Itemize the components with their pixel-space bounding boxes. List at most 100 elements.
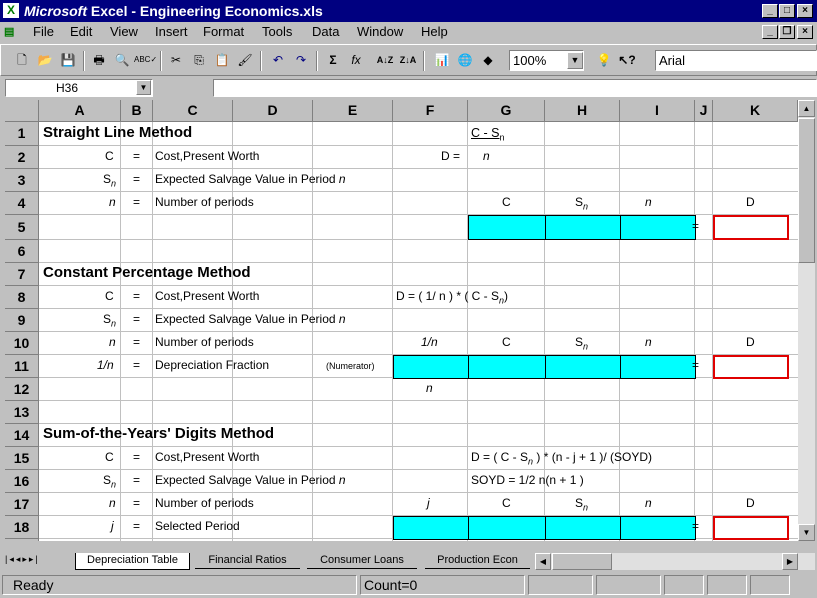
label-fraction[interactable]: 1/n bbox=[97, 358, 114, 372]
chevron-down-icon[interactable]: ▼ bbox=[567, 52, 583, 69]
maximize-icon[interactable]: □ bbox=[779, 4, 795, 18]
sort-descending-icon[interactable]: Z↓A bbox=[397, 50, 419, 72]
close-icon[interactable]: × bbox=[797, 4, 813, 18]
desc-cost[interactable]: Cost,Present Worth bbox=[155, 450, 259, 464]
minimize-icon[interactable]: _ bbox=[762, 4, 778, 18]
header-c[interactable]: C bbox=[502, 496, 511, 510]
header-sn[interactable]: Sn bbox=[575, 195, 588, 211]
row-header-9[interactable]: 9 bbox=[5, 309, 39, 332]
col-header-k[interactable]: K bbox=[713, 100, 798, 122]
row-header-18[interactable]: 18 bbox=[5, 516, 39, 539]
row-header-15[interactable]: 15 bbox=[5, 447, 39, 470]
menu-edit[interactable]: Edit bbox=[70, 24, 92, 39]
row-header-1[interactable]: 1 bbox=[5, 122, 39, 146]
menu-data[interactable]: Data bbox=[312, 24, 339, 39]
header-j[interactable]: j bbox=[427, 496, 430, 510]
tab-scroll-buttons[interactable]: |◂◂▸▸| bbox=[5, 554, 69, 569]
paste-icon[interactable]: 📋 bbox=[211, 50, 233, 72]
print-icon[interactable]: 🖶 bbox=[88, 50, 110, 72]
constant-percentage-formula[interactable]: D = ( 1/ n ) * ( C - Sn) bbox=[396, 289, 508, 305]
desc-periods[interactable]: Number of periods bbox=[155, 335, 254, 349]
label-sn[interactable]: Sn bbox=[103, 172, 116, 188]
section-title-constant-percentage[interactable]: Constant Percentage Method bbox=[43, 264, 251, 281]
row-header-3[interactable]: 3 bbox=[5, 169, 39, 192]
row-header-17[interactable]: 17 bbox=[5, 493, 39, 516]
menu-format[interactable]: Format bbox=[203, 24, 244, 39]
row-header-14[interactable]: 14 bbox=[5, 424, 39, 447]
cut-icon[interactable]: ✂ bbox=[165, 50, 187, 72]
header-d[interactable]: D bbox=[746, 335, 755, 349]
numerator-note[interactable]: (Numerator) bbox=[326, 361, 375, 371]
input-fraction[interactable] bbox=[393, 355, 469, 379]
input-cost[interactable] bbox=[468, 355, 546, 379]
tab-consumer-loans[interactable]: Consumer Loans bbox=[307, 553, 417, 569]
col-header-h[interactable]: H bbox=[545, 100, 620, 122]
row-header-4[interactable]: 4 bbox=[5, 192, 39, 215]
menu-insert[interactable]: Insert bbox=[155, 24, 188, 39]
col-header-d[interactable]: D bbox=[233, 100, 313, 122]
function-wizard-icon[interactable]: fx bbox=[345, 50, 367, 72]
row-header-11[interactable]: 11 bbox=[5, 355, 39, 378]
desc-periods[interactable]: Number of periods bbox=[155, 496, 254, 510]
row-header-7[interactable]: 7 bbox=[5, 263, 39, 286]
save-icon[interactable]: 💾 bbox=[57, 50, 79, 72]
formula-input[interactable] bbox=[213, 79, 817, 97]
tab-depreciation-table[interactable]: Depreciation Table bbox=[75, 553, 190, 570]
doc-minimize-icon[interactable]: _ bbox=[762, 25, 778, 39]
col-header-b[interactable]: B bbox=[121, 100, 153, 122]
col-header-i[interactable]: I bbox=[620, 100, 695, 122]
select-all-corner[interactable] bbox=[5, 100, 39, 122]
label-c[interactable]: C bbox=[105, 149, 114, 163]
header-n[interactable]: n bbox=[645, 335, 652, 349]
input-selected-period[interactable] bbox=[393, 516, 469, 540]
section-title-straight-line[interactable]: Straight Line Method bbox=[43, 124, 192, 141]
label-sn[interactable]: Sn bbox=[103, 473, 116, 489]
excel-app-icon[interactable]: X bbox=[3, 3, 19, 18]
desc-cost[interactable]: Cost,Present Worth bbox=[155, 289, 259, 303]
desc-cost[interactable]: Cost,Present Worth bbox=[155, 149, 259, 163]
input-periods[interactable] bbox=[620, 516, 696, 540]
input-cost[interactable] bbox=[468, 516, 546, 540]
print-preview-icon[interactable]: 🔍 bbox=[111, 50, 133, 72]
new-icon[interactable]: 🗋 bbox=[11, 50, 33, 72]
row-header-16[interactable]: 16 bbox=[5, 470, 39, 493]
input-periods[interactable] bbox=[620, 215, 696, 240]
label-j[interactable]: j bbox=[111, 519, 114, 533]
sort-ascending-icon[interactable]: A↓Z bbox=[374, 50, 396, 72]
chart-wizard-icon[interactable]: 📊 bbox=[431, 50, 453, 72]
menu-file[interactable]: File bbox=[33, 24, 54, 39]
doc-restore-icon[interactable]: ❐ bbox=[779, 25, 795, 39]
formula-d-equals[interactable]: D = bbox=[441, 149, 460, 163]
row-header-10[interactable]: 10 bbox=[5, 332, 39, 355]
worksheet-grid[interactable]: A B C D E F G H I J K 1 2 3 4 5 6 7 8 9 bbox=[5, 100, 798, 541]
name-box[interactable]: H36 ▼ bbox=[5, 79, 153, 97]
scroll-left-icon[interactable]: ◀ bbox=[535, 553, 551, 570]
header-c[interactable]: C bbox=[502, 195, 511, 209]
menu-help[interactable]: Help bbox=[421, 24, 448, 39]
row-header-12[interactable]: 12 bbox=[5, 378, 39, 401]
vertical-scrollbar[interactable]: ▲ ▼ bbox=[798, 100, 815, 541]
header-d[interactable]: D bbox=[746, 195, 755, 209]
menu-window[interactable]: Window bbox=[357, 24, 403, 39]
doc-close-icon[interactable]: × bbox=[797, 25, 813, 39]
label-n[interactable]: n bbox=[109, 496, 116, 510]
desc-fraction[interactable]: Depreciation Fraction bbox=[155, 358, 269, 372]
row-header-2[interactable]: 2 bbox=[5, 146, 39, 169]
font-select[interactable]: Arial bbox=[655, 50, 817, 71]
result-depreciation[interactable] bbox=[713, 215, 789, 240]
horizontal-scrollbar[interactable]: ◀ ▶ bbox=[535, 553, 815, 570]
map-icon[interactable]: 🌐 bbox=[454, 50, 476, 72]
label-c[interactable]: C bbox=[105, 450, 114, 464]
col-header-a[interactable]: A bbox=[39, 100, 121, 122]
workbook-icon[interactable]: ▤ bbox=[4, 25, 20, 39]
desc-salvage[interactable]: Expected Salvage Value in Period n bbox=[155, 172, 346, 186]
straight-line-numerator[interactable]: C - Sn bbox=[471, 126, 505, 143]
label-n[interactable]: n bbox=[109, 335, 116, 349]
straight-line-denominator[interactable]: n bbox=[483, 149, 490, 163]
scroll-thumb[interactable] bbox=[798, 118, 815, 263]
soyd-definition[interactable]: SOYD = 1/2 n(n + 1 ) bbox=[471, 473, 584, 487]
row-header-8[interactable]: 8 bbox=[5, 286, 39, 309]
menu-tools[interactable]: Tools bbox=[262, 24, 292, 39]
col-header-j[interactable]: J bbox=[695, 100, 713, 122]
result-depreciation[interactable] bbox=[713, 355, 789, 379]
